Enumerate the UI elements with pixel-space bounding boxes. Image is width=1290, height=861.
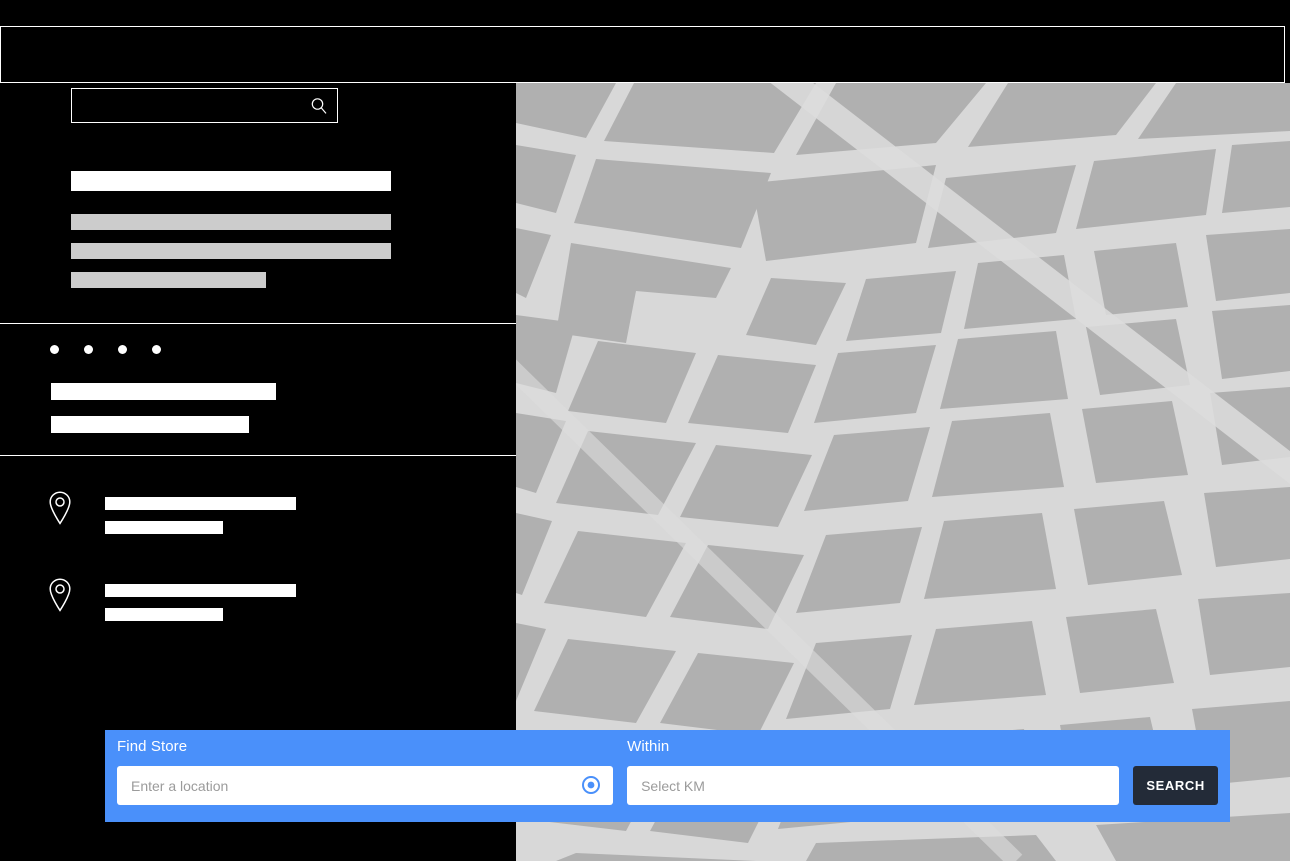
info-line-placeholder bbox=[71, 272, 266, 288]
search-button[interactable]: SEARCH bbox=[1133, 766, 1218, 805]
find-store-panel: Find Store Within SEARCH bbox=[105, 730, 1230, 822]
map-pin-icon bbox=[45, 577, 75, 613]
site-header-bar[interactable] bbox=[0, 26, 1285, 83]
info-line-placeholder bbox=[71, 243, 391, 259]
location-input[interactable] bbox=[117, 766, 614, 805]
sidebar-search-box[interactable] bbox=[71, 88, 338, 123]
current-location-icon[interactable] bbox=[581, 775, 601, 795]
info-title-placeholder bbox=[71, 171, 391, 191]
store-name-placeholder bbox=[105, 497, 296, 510]
top-strip bbox=[0, 0, 1290, 26]
list-item[interactable] bbox=[0, 570, 516, 640]
carousel-dot[interactable] bbox=[50, 345, 59, 354]
summary-line-placeholder bbox=[51, 416, 249, 433]
info-line-placeholder bbox=[71, 214, 391, 230]
carousel-dots[interactable] bbox=[50, 345, 161, 354]
store-address-placeholder bbox=[105, 608, 223, 621]
within-select[interactable] bbox=[627, 766, 1120, 805]
within-label: Within bbox=[627, 738, 670, 755]
store-name-placeholder bbox=[105, 584, 296, 597]
carousel-dot[interactable] bbox=[84, 345, 93, 354]
sidebar-divider bbox=[0, 455, 516, 456]
sidebar-divider bbox=[0, 323, 516, 324]
store-marker-1[interactable] bbox=[1249, 319, 1290, 395]
map-pin-icon bbox=[45, 490, 75, 526]
store-locator-page: Find Store Within SEARCH bbox=[0, 0, 1290, 861]
within-field-group: Within bbox=[627, 738, 1120, 805]
carousel-dot[interactable] bbox=[152, 345, 161, 354]
search-icon[interactable] bbox=[310, 97, 328, 115]
summary-line-placeholder bbox=[51, 383, 276, 400]
store-address-placeholder bbox=[105, 521, 223, 534]
find-store-label: Find Store bbox=[117, 738, 188, 755]
list-item[interactable] bbox=[0, 483, 516, 553]
search-input[interactable] bbox=[80, 89, 320, 122]
location-field-group: Find Store bbox=[117, 738, 614, 805]
carousel-dot[interactable] bbox=[118, 345, 127, 354]
